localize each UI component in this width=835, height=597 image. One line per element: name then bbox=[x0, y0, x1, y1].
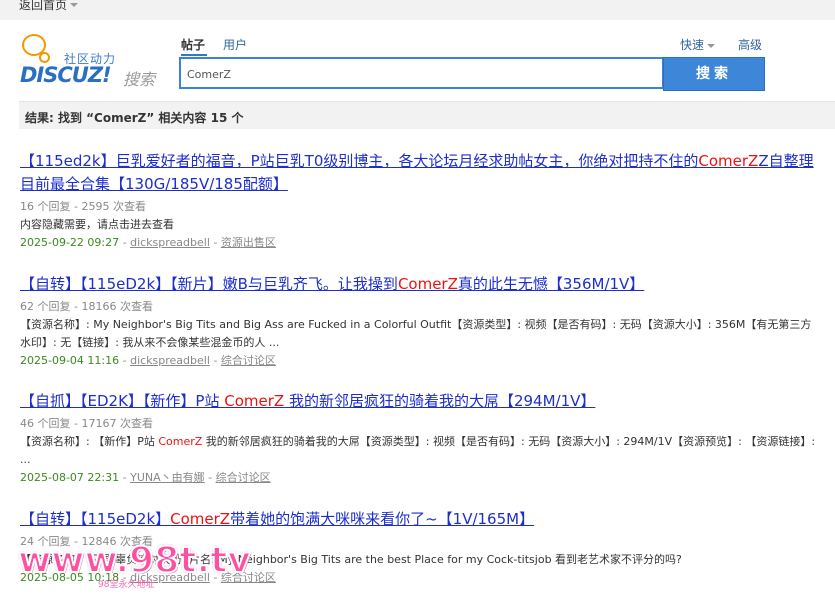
result-meta: 46 个回复 - 17167 次查看 bbox=[20, 417, 153, 430]
list-item: 【自抓】【ED2K】【新作】P站 ComerZ 我的新邻居疯狂的骑着我的大屌【2… bbox=[20, 390, 820, 485]
search-box bbox=[179, 57, 664, 89]
result-title: 【自抓】【ED2K】【新作】P站 ComerZ 我的新邻居疯狂的骑着我的大屌【2… bbox=[20, 390, 820, 413]
chevron-down-icon bbox=[707, 43, 716, 48]
list-item: 【115ed2k】巨乳爱好者的福音，P站巨乳T0级别博主，各大论坛月经求助帖女主… bbox=[20, 150, 820, 250]
watermark-subtext: 98堂永久地址 bbox=[98, 580, 155, 590]
result-title: 【自转】【115eD2k】ComerZ带着她的饱满大咪咪来看你了~【1V/165… bbox=[20, 508, 820, 531]
result-info: 2025-09-04 11:16 - dickspreadbell - 综合讨论… bbox=[20, 354, 276, 367]
post-date: 2025-08-07 22:31 bbox=[20, 471, 120, 484]
watermark-text: www.98t.tv bbox=[17, 539, 252, 582]
author-link[interactable]: YUNA丶由有娜 bbox=[130, 471, 205, 484]
result-snippet: 内容隐藏需要，请点击进去查看 bbox=[20, 218, 174, 231]
result-title-link[interactable]: 【自转】【115eD2k】【新片】嫩B与巨乳齐飞。让我操到ComerZ真的此生无… bbox=[20, 275, 644, 293]
author-link[interactable]: dickspreadbell bbox=[130, 354, 210, 367]
active-tab-indicator bbox=[181, 54, 207, 56]
result-snippet: 【资源名称】: My Neighbor's Big Tits and Big A… bbox=[20, 318, 812, 349]
logo-brand: DISCUZ! bbox=[20, 63, 112, 87]
result-meta: 62 个回复 - 18166 次查看 bbox=[20, 300, 153, 313]
author-link[interactable]: dickspreadbell bbox=[130, 236, 210, 249]
result-title: 【115ed2k】巨乳爱好者的福音，P站巨乳T0级别博主，各大论坛月经求助帖女主… bbox=[20, 150, 820, 196]
speech-bubble-icon bbox=[22, 34, 50, 63]
result-info: 2025-09-22 09:27 - dickspreadbell - 资源出售… bbox=[20, 236, 276, 249]
result-title: 【自转】【115eD2k】【新片】嫩B与巨乳齐飞。让我操到ComerZ真的此生无… bbox=[20, 273, 820, 296]
result-title-link[interactable]: 【115ed2k】巨乳爱好者的福音，P站巨乳T0级别博主，各大论坛月经求助帖女主… bbox=[20, 152, 814, 193]
quick-search-dropdown[interactable]: 快速 bbox=[680, 36, 716, 53]
top-bar: 返回首页 bbox=[0, 0, 835, 20]
result-title-link[interactable]: 【自转】【115eD2k】ComerZ带着她的饱满大咪咪来看你了~【1V/165… bbox=[20, 510, 534, 528]
forum-link[interactable]: 综合讨论区 bbox=[216, 471, 271, 484]
chevron-down-icon[interactable] bbox=[70, 3, 78, 7]
tab-posts[interactable]: 帖子 bbox=[181, 36, 205, 53]
tab-users[interactable]: 用户 bbox=[223, 36, 247, 53]
back-home-link[interactable]: 返回首页 bbox=[19, 0, 67, 13]
result-snippet: 【资源名称】: 【新作】P站 ComerZ 我的新邻居疯狂的骑着我的大屌【资源类… bbox=[20, 435, 816, 466]
quick-search-label: 快速 bbox=[680, 38, 705, 52]
post-date: 2025-09-22 09:27 bbox=[20, 236, 120, 249]
search-input[interactable] bbox=[187, 65, 652, 83]
logo-search-word: 搜索 bbox=[123, 70, 156, 89]
post-date: 2025-09-04 11:16 bbox=[20, 354, 120, 367]
result-info: 2025-08-07 22:31 - YUNA丶由有娜 - 综合讨论区 bbox=[20, 471, 271, 484]
search-button[interactable]: 搜索 bbox=[663, 57, 765, 91]
advanced-search-link[interactable]: 高级 bbox=[738, 36, 762, 53]
result-summary-bar: 结果: 找到 “ComerZ” 相关内容 15 个 bbox=[19, 101, 835, 129]
result-summary: 结果: 找到 “ComerZ” 相关内容 15 个 bbox=[25, 111, 244, 125]
forum-link[interactable]: 综合讨论区 bbox=[221, 354, 276, 367]
result-title-link[interactable]: 【自抓】【ED2K】【新作】P站 ComerZ 我的新邻居疯狂的骑着我的大屌【2… bbox=[20, 392, 595, 410]
forum-link[interactable]: 资源出售区 bbox=[221, 236, 276, 249]
list-item: 【自转】【115eD2k】【新片】嫩B与巨乳齐飞。让我操到ComerZ真的此生无… bbox=[20, 273, 820, 368]
site-watermark: www.98t.tv 98堂永久地址 bbox=[17, 539, 252, 597]
discuz-logo[interactable]: 社区动力 DISCUZ! 搜索 bbox=[20, 34, 160, 90]
result-meta: 16 个回复 - 2595 次查看 bbox=[20, 200, 146, 213]
